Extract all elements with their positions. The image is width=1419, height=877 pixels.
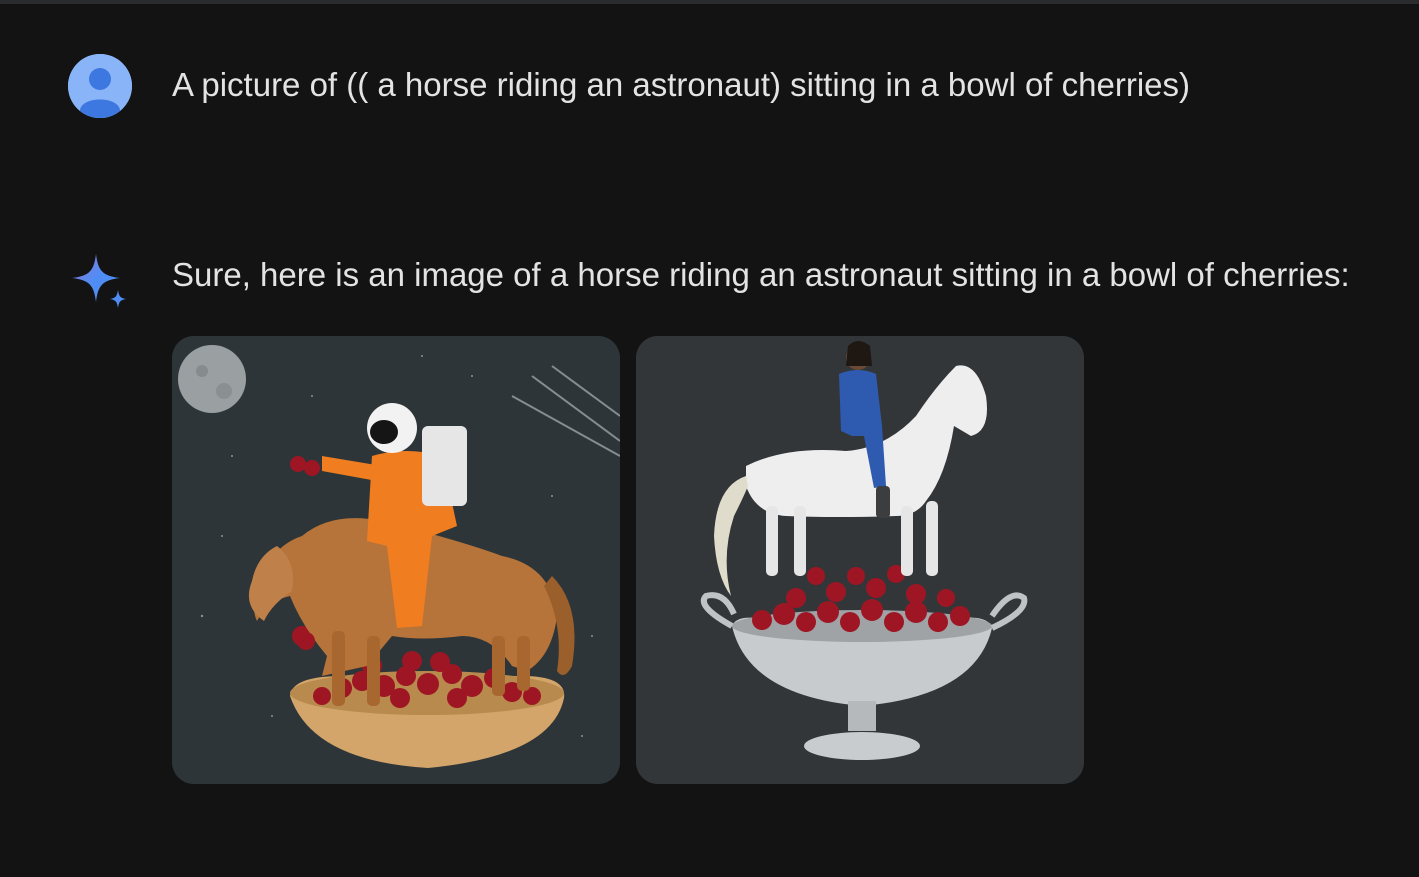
- generated-image-2[interactable]: [636, 336, 1084, 784]
- user-prompt-text: A picture of (( a horse riding an astron…: [172, 66, 1190, 103]
- user-avatar-icon: [68, 54, 132, 118]
- generated-image-1[interactable]: [172, 336, 620, 784]
- top-divider: [0, 0, 1419, 4]
- sparkle-icon: [70, 252, 130, 312]
- model-reply-text: Sure, here is an image of a horse riding…: [172, 256, 1350, 293]
